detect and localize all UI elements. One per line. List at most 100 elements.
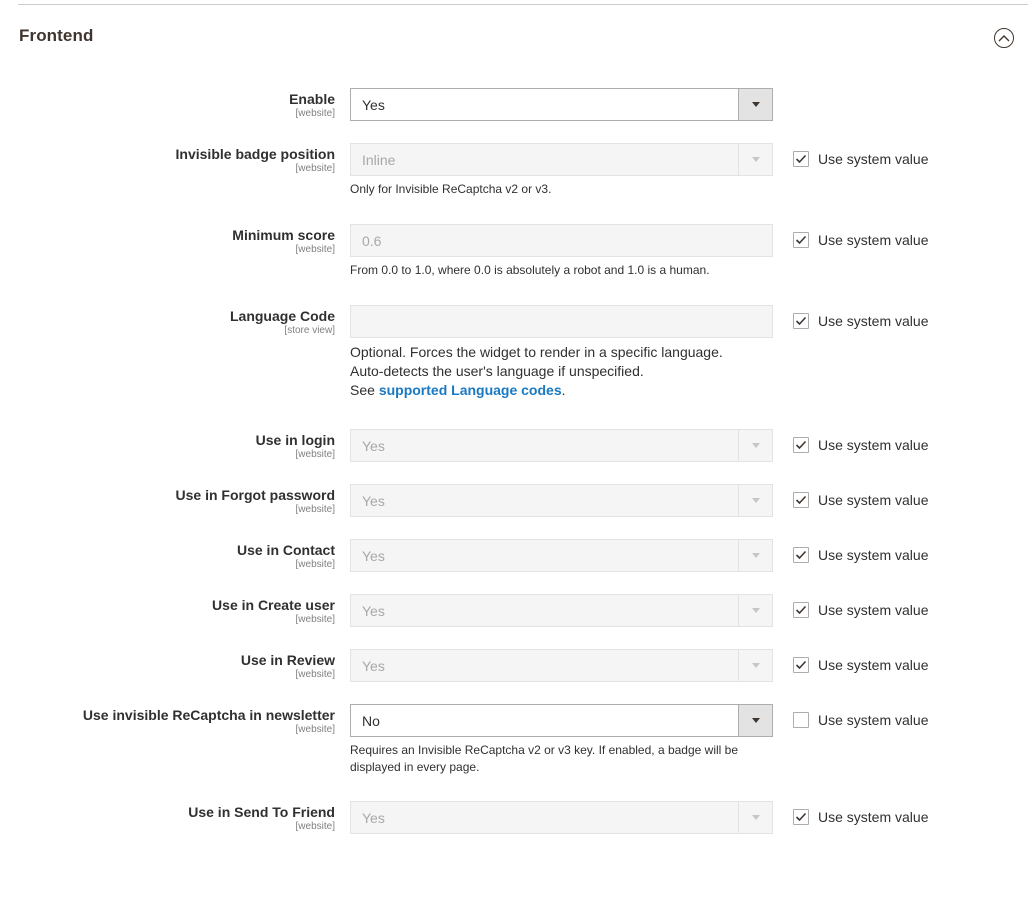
checkmark-icon [795, 605, 807, 615]
dropdown-arrow-icon[interactable] [738, 430, 772, 461]
use-system-value-label: Use system value [818, 809, 929, 825]
checkbox[interactable] [793, 313, 809, 329]
note-line: Requires an Invisible ReCaptcha v2 or v3… [350, 743, 739, 757]
scope-label: [website] [295, 244, 335, 255]
select-value: Inline [362, 151, 396, 168]
enable-select[interactable]: Yes [350, 88, 773, 121]
dropdown-arrow-icon[interactable] [738, 705, 772, 736]
scope-label: [website] [295, 559, 335, 570]
note-line: Auto-detects the user's language if unsp… [350, 363, 644, 379]
field-label-text: Minimum score [232, 227, 335, 243]
checkbox[interactable] [793, 492, 809, 508]
field-label: Use in Send To Friend [website] [188, 803, 335, 833]
use-system-value-forgot-password[interactable]: Use system value [793, 492, 928, 508]
field-note: Optional. Forces the widget to render in… [350, 343, 723, 400]
field-label: Invisible badge position [website] [176, 145, 335, 175]
field-label: Use in Forgot password [website] [176, 486, 335, 516]
field-label-text: Use in Review [240, 652, 335, 668]
use-system-value-newsletter[interactable]: Use system value [793, 712, 928, 728]
field-note: Only for Invisible ReCaptcha v2 or v3. [350, 182, 552, 196]
use-system-value-label: Use system value [818, 313, 929, 329]
language-code-input[interactable] [350, 305, 773, 338]
scope-label: [website] [295, 163, 335, 174]
field-note: From 0.0 to 1.0, where 0.0 is absolutely… [350, 263, 710, 277]
checkmark-icon [795, 154, 807, 164]
note-line: Optional. Forces the widget to render in… [350, 344, 723, 360]
chevron-up-icon [998, 35, 1010, 42]
scope-label: [website] [295, 614, 335, 625]
minimum-score-input[interactable]: 0.6 [350, 224, 773, 257]
scope-label: [website] [295, 108, 335, 119]
collapse-section-button[interactable] [994, 28, 1014, 48]
use-in-contact-select[interactable]: Yes [350, 539, 773, 572]
use-system-value-label: Use system value [818, 657, 929, 673]
field-label: Use in Contact [website] [237, 541, 335, 571]
checkbox[interactable] [793, 232, 809, 248]
select-value: Yes [362, 602, 385, 619]
use-in-create-user-select[interactable]: Yes [350, 594, 773, 627]
select-value: Yes [362, 809, 385, 826]
scope-label: [website] [295, 669, 335, 680]
checkbox[interactable] [793, 151, 809, 167]
use-system-value-create-user[interactable]: Use system value [793, 602, 928, 618]
checkbox[interactable] [793, 809, 809, 825]
note-see-text: See [350, 382, 379, 398]
checkbox[interactable] [793, 547, 809, 563]
note-line: See supported Language codes. [350, 381, 723, 400]
checkbox[interactable] [793, 437, 809, 453]
field-label-text: Use invisible ReCaptcha in newsletter [82, 707, 335, 723]
use-system-value-send-to-friend[interactable]: Use system value [793, 809, 928, 825]
checkmark-icon [795, 660, 807, 670]
use-system-value-badge-position[interactable]: Use system value [793, 151, 928, 167]
section-title[interactable]: Frontend [19, 26, 93, 46]
checkmark-icon [795, 812, 807, 822]
select-value: No [362, 712, 380, 729]
note-line: displayed in every page. [350, 760, 480, 774]
field-label-text: Language Code [229, 308, 335, 324]
checkmark-icon [795, 316, 807, 326]
badge-position-select[interactable]: Inline [350, 143, 773, 176]
use-in-review-select[interactable]: Yes [350, 649, 773, 682]
field-label: Use invisible ReCaptcha in newsletter [w… [83, 706, 335, 736]
scope-label: [website] [295, 449, 335, 460]
scope-label: [store view] [284, 325, 335, 336]
field-label: Use in Create user [website] [212, 596, 335, 626]
dropdown-arrow-icon[interactable] [738, 802, 772, 833]
use-in-newsletter-select[interactable]: No [350, 704, 773, 737]
dropdown-arrow-icon[interactable] [738, 485, 772, 516]
field-label-text: Enable [289, 91, 335, 107]
field-label-text: Invisible badge position [175, 146, 335, 162]
checkmark-icon [795, 235, 807, 245]
select-value: Yes [362, 437, 385, 454]
scope-label: [website] [295, 724, 335, 735]
field-label: Use in Review [website] [241, 651, 335, 681]
use-in-send-to-friend-select[interactable]: Yes [350, 801, 773, 834]
use-in-login-select[interactable]: Yes [350, 429, 773, 462]
use-system-value-minimum-score[interactable]: Use system value [793, 232, 928, 248]
select-value: Yes [362, 492, 385, 509]
use-system-value-label: Use system value [818, 602, 929, 618]
scope-label: [website] [295, 821, 335, 832]
supported-language-codes-link[interactable]: supported Language codes [379, 382, 562, 398]
field-label: Use in login [website] [256, 431, 335, 461]
checkbox[interactable] [793, 657, 809, 673]
checkbox[interactable] [793, 712, 809, 728]
field-label-text: Use in Contact [236, 542, 335, 558]
use-system-value-language-code[interactable]: Use system value [793, 313, 928, 329]
use-system-value-contact[interactable]: Use system value [793, 547, 928, 563]
dropdown-arrow-icon[interactable] [738, 144, 772, 175]
select-value: Yes [362, 657, 385, 674]
dropdown-arrow-icon[interactable] [738, 89, 772, 120]
use-system-value-login[interactable]: Use system value [793, 437, 928, 453]
dropdown-arrow-icon[interactable] [738, 595, 772, 626]
dropdown-arrow-icon[interactable] [738, 540, 772, 571]
field-note: Requires an Invisible ReCaptcha v2 or v3… [350, 742, 738, 776]
use-system-value-label: Use system value [818, 151, 929, 167]
field-label-text: Use in login [255, 432, 335, 448]
use-system-value-label: Use system value [818, 232, 929, 248]
checkbox[interactable] [793, 602, 809, 618]
use-system-value-review[interactable]: Use system value [793, 657, 928, 673]
use-in-forgot-password-select[interactable]: Yes [350, 484, 773, 517]
dropdown-arrow-icon[interactable] [738, 650, 772, 681]
field-label-text: Use in Forgot password [175, 487, 335, 503]
